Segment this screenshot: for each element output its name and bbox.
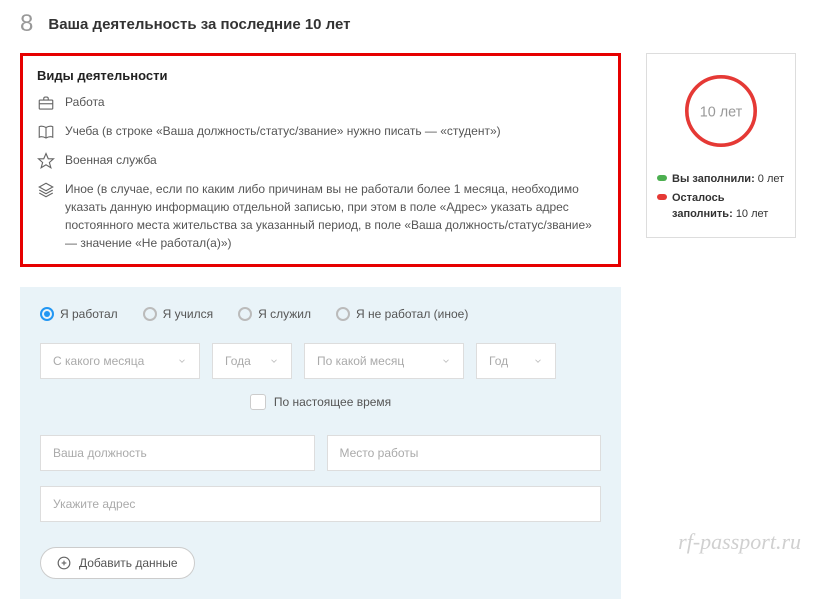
add-label: Добавить данные bbox=[79, 556, 178, 570]
legend-dot-red bbox=[657, 194, 667, 200]
section-title: Ваша деятельность за последние 10 лет bbox=[48, 16, 350, 33]
legend-filled: Вы заполнили: 0 лет bbox=[657, 171, 785, 188]
present-label: По настоящее время bbox=[274, 395, 391, 409]
book-icon bbox=[37, 123, 55, 141]
activity-item-other: Иное (в случае, если по каким либо причи… bbox=[37, 180, 604, 252]
from-year-select[interactable]: Года bbox=[212, 343, 292, 379]
legend-dot-green bbox=[657, 175, 667, 181]
activity-radio-group: Я работал Я учился Я служил Я не работал… bbox=[40, 307, 601, 321]
radio-label: Я учился bbox=[163, 307, 213, 321]
legend-label: Осталось заполнить: bbox=[672, 192, 733, 221]
workplace-input[interactable]: Место работы bbox=[327, 435, 602, 471]
activity-types-box: Виды деятельности Работа Учеба (в строке… bbox=[20, 53, 621, 267]
form-panel: Я работал Я учился Я служил Я не работал… bbox=[20, 287, 621, 599]
radio-label: Я работал bbox=[60, 307, 118, 321]
activity-item-label: Иное (в случае, если по каким либо причи… bbox=[65, 180, 604, 252]
radio-study[interactable]: Я учился bbox=[143, 307, 213, 321]
radio-military[interactable]: Я служил bbox=[238, 307, 311, 321]
chevron-down-icon bbox=[533, 356, 543, 366]
add-data-button[interactable]: Добавить данные bbox=[40, 547, 195, 579]
select-placeholder: По какой месяц bbox=[317, 354, 404, 368]
address-input[interactable]: Укажите адрес bbox=[40, 486, 601, 522]
activity-item-work: Работа bbox=[37, 93, 604, 112]
radio-indicator bbox=[143, 307, 157, 321]
section-number: 8 bbox=[20, 10, 33, 38]
circle-label: 10 лет bbox=[700, 104, 743, 120]
position-input[interactable]: Ваша должность bbox=[40, 435, 315, 471]
activity-item-study: Учеба (в строке «Ваша должность/статус/з… bbox=[37, 122, 604, 141]
legend-value: 10 лет bbox=[736, 208, 769, 220]
select-placeholder: С какого месяца bbox=[53, 354, 144, 368]
legend-value: 0 лет bbox=[758, 173, 784, 185]
radio-indicator bbox=[238, 307, 252, 321]
plus-icon bbox=[57, 556, 71, 570]
radio-indicator bbox=[336, 307, 350, 321]
activity-item-label: Учеба (в строке «Ваша должность/статус/з… bbox=[65, 122, 501, 140]
status-panel: 10 лет Вы заполнили: 0 лет Осталось запо… bbox=[646, 53, 796, 238]
chevron-down-icon bbox=[441, 356, 451, 366]
chevron-down-icon bbox=[269, 356, 279, 366]
activity-item-military: Военная служба bbox=[37, 151, 604, 170]
to-year-select[interactable]: Год bbox=[476, 343, 556, 379]
select-placeholder: Год bbox=[489, 354, 508, 368]
star-icon bbox=[37, 152, 55, 170]
from-month-select[interactable]: С какого месяца bbox=[40, 343, 200, 379]
radio-indicator bbox=[40, 307, 54, 321]
section-header: 8 Ваша деятельность за последние 10 лет bbox=[20, 10, 796, 38]
layers-icon bbox=[37, 181, 55, 199]
legend-remaining: Осталось заполнить: 10 лет bbox=[657, 190, 785, 223]
to-month-select[interactable]: По какой месяц bbox=[304, 343, 464, 379]
legend-label: Вы заполнили: bbox=[672, 173, 755, 185]
input-placeholder: Место работы bbox=[340, 446, 419, 460]
radio-none[interactable]: Я не работал (иное) bbox=[336, 307, 468, 321]
input-placeholder: Укажите адрес bbox=[53, 497, 135, 511]
radio-label: Я служил bbox=[258, 307, 311, 321]
briefcase-icon bbox=[37, 94, 55, 112]
select-placeholder: Года bbox=[225, 354, 251, 368]
progress-circle: 10 лет bbox=[676, 66, 766, 159]
present-checkbox[interactable] bbox=[250, 394, 266, 410]
input-placeholder: Ваша должность bbox=[53, 446, 147, 460]
radio-label: Я не работал (иное) bbox=[356, 307, 468, 321]
activity-types-title: Виды деятельности bbox=[37, 68, 604, 83]
activity-item-label: Работа bbox=[65, 93, 105, 111]
activity-item-label: Военная служба bbox=[65, 151, 157, 169]
chevron-down-icon bbox=[177, 356, 187, 366]
radio-work[interactable]: Я работал bbox=[40, 307, 118, 321]
